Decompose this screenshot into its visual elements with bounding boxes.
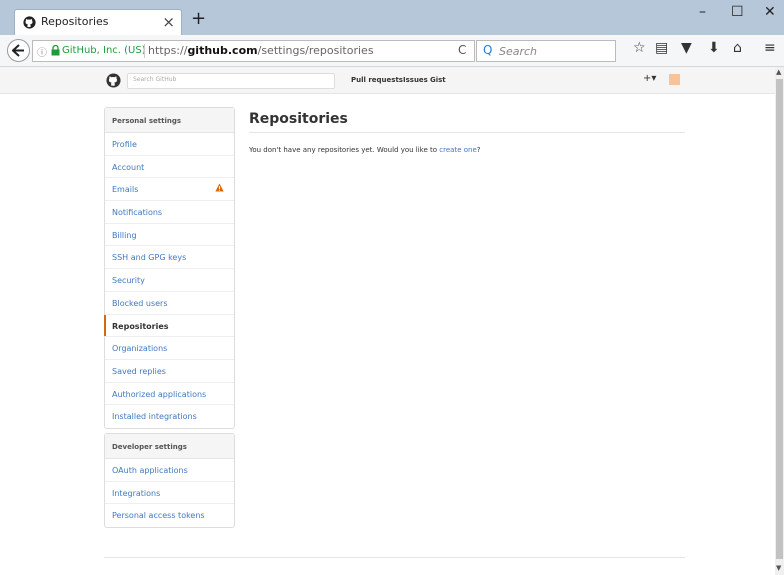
sidebar-item-organizations[interactable]: Organizations [105,337,234,360]
github-header: Search GitHub Pull requests Issues Gist … [0,67,775,94]
browser-titlebar: Repositories × + – ☐ ✕ [0,0,784,35]
url-text[interactable]: https://github.com/settings/repositories [148,44,374,57]
title-divider [249,132,685,133]
page-title: Repositories [249,111,348,127]
sidebar-item-personal-access-tokens[interactable]: Personal access tokens [105,504,234,527]
scroll-down-icon[interactable]: ▼ [776,564,781,572]
github-favicon-icon [23,16,36,29]
minimize-button[interactable]: – [699,4,706,20]
sidebar-item-blocked-users[interactable]: Blocked users [105,292,234,315]
developer-settings-menu: Developer settings OAuth applications In… [104,433,235,529]
site-identity[interactable]: GitHub, Inc. (US) [62,45,146,56]
address-bar[interactable]: ⓘ GitHub, Inc. (US) https://github.com/s… [32,40,475,62]
downloads-icon[interactable]: ⬇ [708,40,720,56]
sidebar-item-ssh-gpg-keys[interactable]: SSH and GPG keys [105,246,234,270]
developer-settings-heading: Developer settings [105,434,234,459]
tab-title: Repositories [41,15,109,28]
sidebar-item-installed-integrations[interactable]: Installed integrations [105,405,234,428]
tab-close-icon[interactable]: × [162,13,175,31]
reload-icon[interactable]: C [458,43,466,57]
create-one-link[interactable]: create one [439,146,476,154]
github-search-input[interactable]: Search GitHub [127,73,335,89]
pocket-icon[interactable]: ▼ [681,40,692,56]
nav-gist[interactable]: Gist [430,76,446,84]
web-page: Search GitHub Pull requests Issues Gist … [0,67,775,575]
sidebar-item-repositories[interactable]: Repositories [104,314,234,338]
maximize-button[interactable]: ☐ [731,4,744,20]
footer-divider [104,557,685,558]
new-tab-icon[interactable]: + [191,9,206,29]
sidebar-item-emails[interactable]: Emails [105,178,234,202]
close-window-button[interactable]: ✕ [764,4,776,20]
sidebar-item-account[interactable]: Account [105,156,234,179]
github-logo-icon[interactable] [106,73,121,88]
sidebar-item-notifications[interactable]: Notifications [105,201,234,224]
search-icon: Q [483,43,493,57]
sidebar-item-billing[interactable]: Billing [105,224,234,247]
sidebar-item-integrations[interactable]: Integrations [105,482,234,505]
bookmark-star-icon[interactable]: ☆ [633,40,646,56]
personal-settings-menu: Personal settings Profile Account Emails… [104,107,235,429]
home-icon[interactable]: ⌂ [733,40,742,56]
avatar[interactable] [669,74,680,85]
sidebar-item-security[interactable]: Security [105,269,234,292]
nav-pull-requests[interactable]: Pull requests [351,76,403,84]
back-arrow-icon [12,44,24,57]
url-divider [144,44,145,58]
page-scrollbar[interactable]: ▲ ▼ [775,67,784,575]
back-button[interactable] [7,39,30,62]
empty-state-message: You don't have any repositories yet. Wou… [249,146,481,154]
lock-icon [51,45,60,56]
scroll-thumb[interactable] [776,79,783,559]
warning-icon [215,183,224,192]
personal-settings-heading: Personal settings [105,108,234,133]
sidebar-item-profile[interactable]: Profile [105,133,234,156]
browser-tab[interactable]: Repositories × [14,9,182,35]
info-icon[interactable]: ⓘ [37,44,47,59]
sidebar-item-authorized-applications[interactable]: Authorized applications [105,383,234,406]
browser-search-bar[interactable]: Q Search [476,40,616,62]
create-new-dropdown-icon[interactable]: +▾ [643,73,656,84]
search-placeholder: Search [499,45,538,58]
nav-issues[interactable]: Issues [403,76,428,84]
sidebar-item-oauth-applications[interactable]: OAuth applications [105,459,234,482]
github-search-placeholder: Search GitHub [133,76,177,83]
scroll-up-icon[interactable]: ▲ [776,68,781,76]
sidebar-item-saved-replies[interactable]: Saved replies [105,360,234,383]
bookmarks-list-icon[interactable]: ▤ [655,40,668,56]
menu-icon[interactable]: ≡ [764,40,776,56]
